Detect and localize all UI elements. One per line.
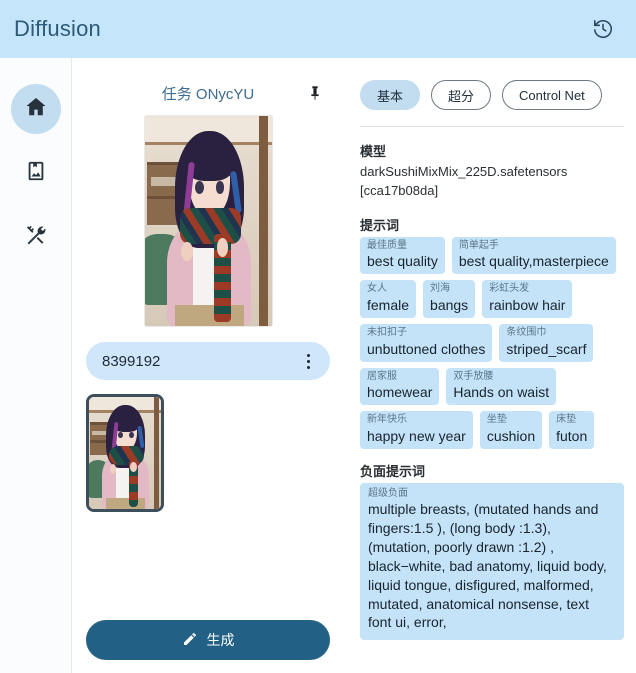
- generate-button[interactable]: 生成: [86, 620, 330, 660]
- prompt-tag[interactable]: 新年快乐 happy new year: [360, 411, 473, 450]
- history-icon[interactable]: [588, 14, 618, 44]
- tab-control-net[interactable]: Control Net: [502, 80, 602, 110]
- pin-icon[interactable]: [304, 82, 326, 104]
- gallery-icon: [25, 160, 47, 187]
- app-root: Diffusion 任务 ONycYU 8399192 生成 基本 超分 Con…: [0, 0, 636, 673]
- prompt-tag-cn: 坐垫: [486, 414, 507, 426]
- prompt-tag[interactable]: 女人 female: [360, 280, 417, 319]
- task-title: 任务 ONycYU: [161, 85, 255, 103]
- prompt-tag-cn: 未扣扣子: [367, 327, 407, 339]
- settings-tabs: 基本 超分 Control Net: [354, 80, 624, 110]
- app-header: Diffusion: [0, 0, 636, 58]
- prompt-tag-list: 最佳质量 best quality 简单起手 best quality,mast…: [360, 236, 624, 450]
- prompt-tag-cn: 床垫: [556, 414, 577, 426]
- generate-button-label: 生成: [206, 632, 235, 648]
- prompt-label: 提示词: [360, 217, 400, 233]
- prompt-tag[interactable]: 未扣扣子 unbuttoned clothes: [360, 324, 493, 362]
- task-id-bar[interactable]: 8399192: [86, 342, 330, 380]
- negative-prompt-label: 负面提示词: [360, 464, 426, 480]
- negative-prompt-tag-cn: 超级负面: [368, 488, 408, 500]
- settings-panel: 基本 超分 Control Net 模型 darkSushiMixMix_225…: [344, 58, 636, 673]
- tabs-divider: [360, 126, 624, 127]
- prompt-tag-cn: 女人: [367, 283, 387, 295]
- prompt-tag-en: Hands on waist: [453, 384, 550, 401]
- prompt-tag-en: female: [367, 296, 410, 313]
- body-row: 任务 ONycYU 8399192 生成 基本 超分 Control Net 模…: [0, 58, 636, 673]
- prompt-tag-cn: 刘海: [430, 283, 451, 295]
- prompt-tag-cn: 新年快乐: [367, 414, 407, 426]
- generate-button-wrap: 生成: [86, 620, 330, 660]
- preview-image[interactable]: [144, 116, 272, 326]
- model-label: 模型: [360, 144, 387, 159]
- generated-artwork: [144, 116, 272, 326]
- pencil-icon: [182, 631, 198, 650]
- model-value: darkSushiMixMix_225D.safetensors [cca17b…: [360, 164, 568, 198]
- prompt-tag-cn: 居家服: [367, 370, 397, 382]
- prompt-tag-cn: 双手放腰: [453, 370, 494, 382]
- sidebar: [0, 58, 72, 673]
- preview-image-wrap: [86, 116, 330, 326]
- prompt-tag[interactable]: 居家服 homewear: [360, 367, 440, 406]
- prompt-tag-en: best quality,masterpiece: [458, 253, 609, 270]
- prompt-tag[interactable]: 简单起手 best quality,masterpiece: [451, 236, 616, 275]
- prompt-tag-en: homewear: [367, 384, 433, 401]
- tab-basic[interactable]: 基本: [360, 80, 421, 110]
- prompt-tag-en: unbuttoned clothes: [367, 340, 486, 357]
- tab-upscale[interactable]: 超分: [431, 80, 492, 110]
- negative-prompt-box[interactable]: 超级负面 multiple breasts, (mutated hands an…: [360, 483, 624, 641]
- tools-icon: [24, 223, 47, 251]
- prompt-tag-en: futon: [556, 427, 588, 444]
- prompt-tag-cn: 简单起手: [458, 239, 499, 251]
- sidebar-item-home[interactable]: [10, 84, 61, 134]
- prompt-tag-en: striped_scarf: [506, 340, 587, 357]
- task-id-value: 8399192: [102, 352, 161, 370]
- task-header: 任务 ONycYU: [86, 80, 330, 106]
- sidebar-item-gallery[interactable]: [11, 148, 61, 198]
- prompt-tag-cn: 条纹围巾: [506, 327, 547, 339]
- negative-prompt-text: multiple breasts, (mutated hands and fin…: [368, 501, 607, 631]
- prompt-tag-en: best quality: [367, 253, 438, 270]
- thumbnail-artwork: [89, 397, 161, 509]
- prompt-tag-en: rainbow hair: [489, 296, 566, 313]
- sidebar-item-tools[interactable]: [11, 212, 61, 262]
- prompt-tag[interactable]: 坐垫 cushion: [479, 411, 543, 450]
- prompt-tag[interactable]: 床垫 futon: [549, 411, 595, 450]
- prompt-tag[interactable]: 条纹围巾 striped_scarf: [499, 324, 594, 362]
- prompt-tag[interactable]: 刘海 bangs: [423, 280, 476, 319]
- task-panel: 任务 ONycYU 8399192 生成: [72, 58, 344, 673]
- prompt-tag-en: cushion: [486, 427, 536, 444]
- prompt-tag[interactable]: 最佳质量 best quality: [360, 236, 445, 275]
- prompt-tag-en: happy new year: [367, 427, 466, 444]
- prompt-tag-en: bangs: [430, 296, 469, 313]
- prompt-tag[interactable]: 彩虹头发 rainbow hair: [482, 280, 573, 319]
- home-icon: [24, 95, 48, 124]
- prompt-tag[interactable]: 双手放腰 Hands on waist: [446, 367, 557, 406]
- prompt-tag-cn: 彩虹头发: [489, 283, 530, 295]
- app-title: Diffusion: [14, 16, 101, 41]
- prompt-tag-cn: 最佳质量: [367, 239, 407, 251]
- more-vertical-icon[interactable]: [296, 349, 320, 373]
- thumbnail-item[interactable]: [86, 394, 164, 512]
- thumbnail-list: [86, 394, 330, 512]
